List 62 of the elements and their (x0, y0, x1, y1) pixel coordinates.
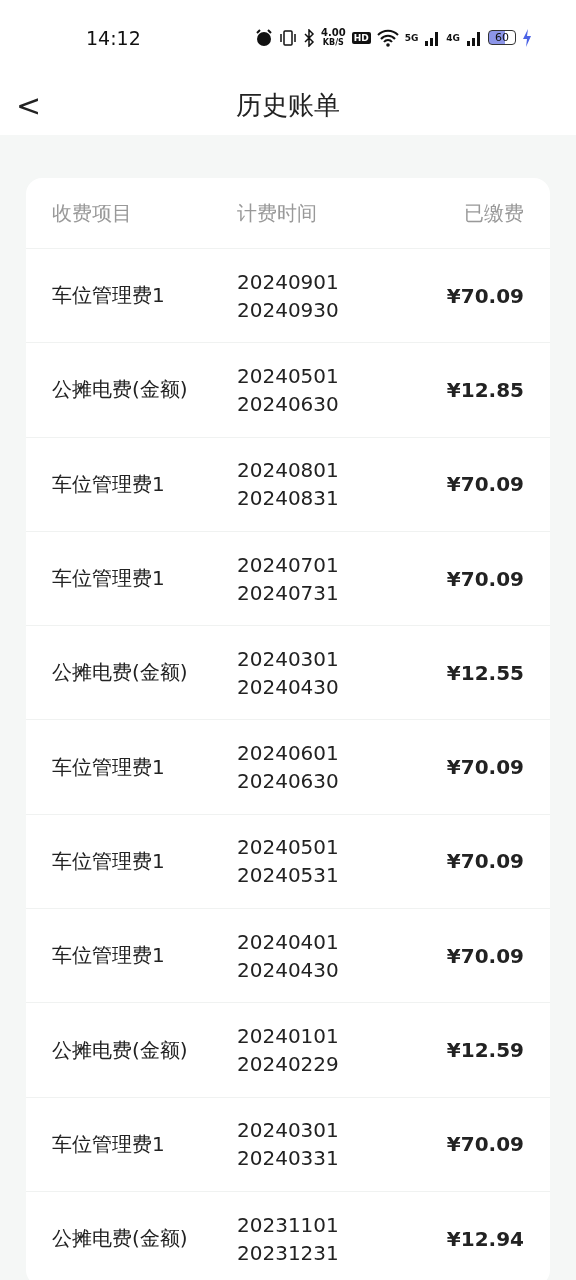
column-header: 收费项目 (52, 199, 133, 227)
fee-item: 公摊电费(金额) (52, 1036, 189, 1064)
signal-icon (466, 29, 482, 46)
paid-amount: ¥70.09 (446, 755, 524, 780)
start-date: 20240601 (237, 741, 340, 766)
wifi-icon (376, 28, 399, 47)
start-date: 20240801 (237, 458, 340, 483)
fee-item: 车位管理费1 (52, 470, 166, 498)
paid-amount: ¥12.55 (446, 660, 524, 685)
end-date: 20240731 (237, 580, 340, 605)
end-date: 20240430 (237, 957, 340, 982)
end-date: 20240229 (237, 1052, 340, 1076)
vibrate-icon (279, 28, 297, 47)
end-date: 20231231 (237, 1240, 340, 1265)
bluetooth-icon (303, 28, 315, 47)
paid-amount: ¥70.09 (446, 849, 524, 874)
paid-amount: ¥12.85 (446, 377, 524, 402)
signal-icon (424, 29, 441, 46)
battery-indicator: 60 (488, 30, 516, 45)
start-date: 20240401 (237, 929, 340, 954)
start-date: 20240901 (237, 269, 340, 294)
start-date: 20240101 (237, 1024, 340, 1048)
paid-amount: ¥12.59 (446, 1038, 524, 1062)
back-button[interactable]: < (12, 87, 46, 123)
end-date: 20240331 (237, 1146, 340, 1171)
start-date: 20240501 (237, 363, 340, 388)
column-header: 已缴费 (464, 199, 524, 227)
paid-amount: ¥70.09 (446, 1132, 524, 1157)
charging-icon (522, 28, 532, 47)
alarm-icon (255, 28, 273, 47)
start-date: 20240301 (237, 1118, 340, 1143)
fee-item: 车位管理费1 (52, 565, 166, 593)
paid-amount: ¥12.94 (446, 1226, 524, 1251)
paid-amount: ¥70.09 (446, 943, 524, 968)
fee-item: 车位管理费1 (52, 942, 166, 970)
status-time: 14:12 (86, 26, 141, 49)
start-date: 20240701 (237, 552, 340, 577)
fee-item: 车位管理费1 (52, 753, 166, 781)
fee-item: 车位管理费1 (52, 1130, 166, 1158)
fee-item: 公摊电费(金额) (52, 659, 189, 687)
paid-amount: ¥70.09 (446, 566, 524, 591)
column-header: 计费时间 (237, 199, 318, 227)
hd-badge: HD (351, 31, 371, 44)
end-date: 20240630 (237, 391, 340, 416)
network-label: 4G (446, 32, 460, 43)
paid-amount: ¥70.09 (446, 283, 524, 308)
network-label: 5G (404, 32, 419, 43)
end-date: 20240831 (237, 486, 340, 511)
start-date: 20240501 (237, 835, 340, 860)
end-date: 20240630 (237, 769, 340, 794)
network-speed: 4.00 KB/S (321, 27, 346, 48)
fee-item: 公摊电费(金额) (52, 376, 189, 404)
start-date: 20240301 (237, 646, 340, 671)
fee-item: 车位管理费1 (52, 282, 166, 310)
end-date: 20240930 (237, 297, 340, 322)
end-date: 20240531 (237, 863, 340, 888)
start-date: 20231101 (237, 1212, 340, 1237)
page-title: 历史账单 (236, 88, 340, 122)
paid-amount: ¥70.09 (446, 472, 524, 497)
fee-item: 公摊电费(金额) (52, 1225, 189, 1253)
end-date: 20240430 (237, 674, 340, 699)
fee-item: 车位管理费1 (52, 847, 166, 875)
